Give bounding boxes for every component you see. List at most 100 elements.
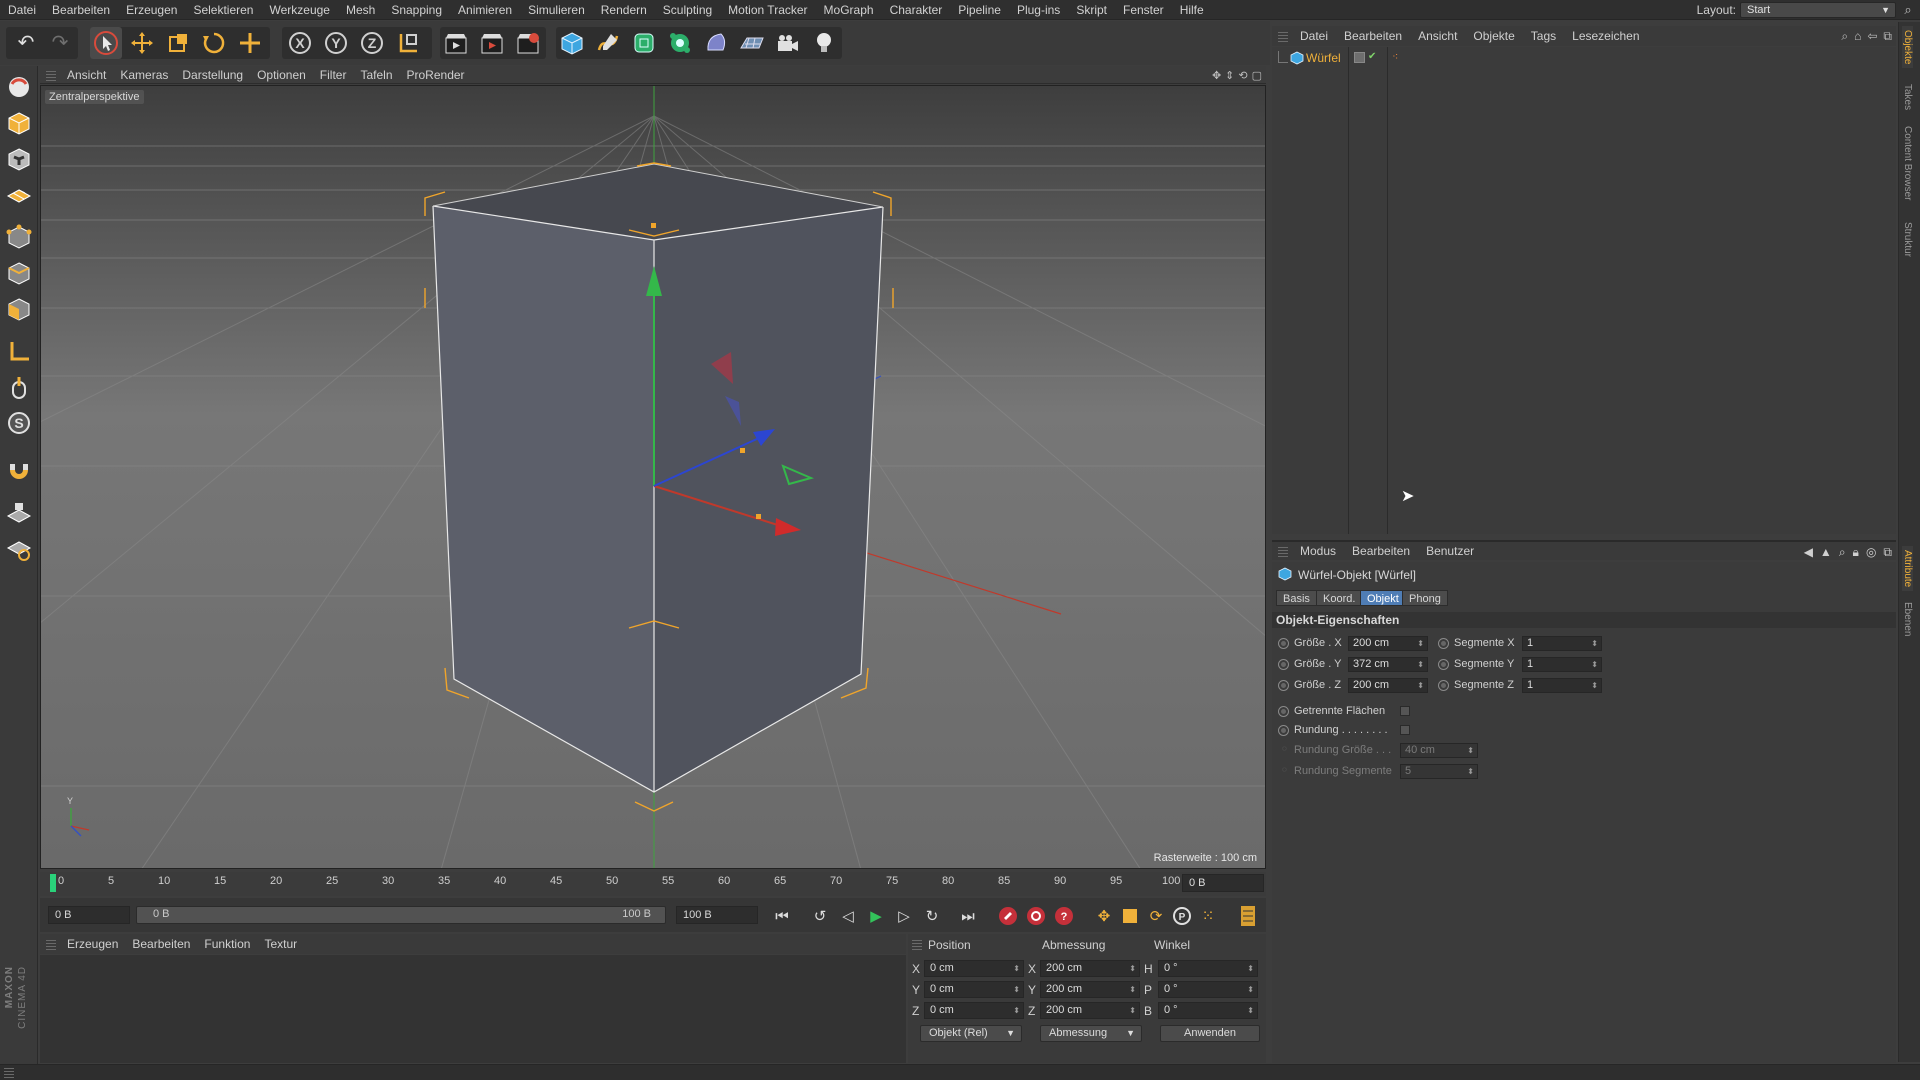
timeline-window-icon[interactable]	[1236, 904, 1260, 928]
material-menu-bearbeiten[interactable]: Bearbeiten	[125, 937, 197, 951]
coordinate-system-icon[interactable]	[392, 27, 424, 59]
angle-h-field[interactable]: 0 ° ⬍	[1158, 960, 1258, 977]
make-editable-icon[interactable]	[4, 72, 34, 102]
stepper-arrows-icon[interactable]: ⬍	[1467, 765, 1474, 778]
previous-frame-icon[interactable]: ◁	[836, 904, 860, 928]
segments-x-field[interactable]: 1 ⬍	[1522, 636, 1602, 651]
animation-radio-icon[interactable]	[1438, 680, 1449, 691]
stepper-arrows-icon[interactable]: ⬍	[1417, 637, 1424, 650]
animation-radio-icon[interactable]	[1278, 680, 1289, 691]
lock-icon[interactable]: 🔒︎	[1853, 545, 1859, 560]
stepper-arrows-icon[interactable]: ⬍	[1247, 982, 1254, 997]
render-picture-viewer-icon[interactable]	[476, 27, 508, 59]
animation-radio-icon[interactable]	[1278, 659, 1289, 670]
panel-grip-icon[interactable]	[4, 1067, 14, 1078]
stepper-arrows-icon[interactable]: ⬍	[1467, 744, 1474, 757]
back-icon[interactable]: ⇦	[1867, 29, 1877, 43]
fillet-segments-field[interactable]: 5 ⬍	[1400, 764, 1478, 779]
axis-mode-icon[interactable]	[4, 336, 34, 366]
position-z-field[interactable]: 0 cm ⬍	[924, 1002, 1024, 1019]
animation-radio-icon[interactable]	[1278, 638, 1289, 649]
object-menu-lesezeichen[interactable]: Lesezeichen	[1564, 29, 1647, 43]
workplane-lock-icon[interactable]	[4, 498, 34, 528]
tab-struktur-vertical[interactable]: Struktur	[1902, 222, 1913, 257]
menu-motion-tracker[interactable]: Motion Tracker	[720, 0, 815, 20]
menu-hilfe[interactable]: Hilfe	[1172, 0, 1212, 20]
phong-tag-icon[interactable]: ⁖	[1392, 50, 1398, 63]
polygons-mode-icon[interactable]	[4, 294, 34, 324]
menu-mesh[interactable]: Mesh	[338, 0, 383, 20]
enabled-check-icon[interactable]: ✔	[1368, 51, 1376, 62]
size-x-field[interactable]: 200 cm ⬍	[1348, 636, 1428, 651]
x-axis-icon[interactable]: X	[284, 27, 316, 59]
object-row-wuerfel[interactable]: Würfel ✔ ⁖	[1272, 49, 1896, 67]
pan-icon[interactable]: ✥	[1212, 69, 1221, 82]
fillet-checkbox[interactable]	[1400, 725, 1410, 735]
object-menu-ansicht[interactable]: Ansicht	[1410, 29, 1465, 43]
scale-icon[interactable]	[162, 27, 194, 59]
undo-icon[interactable]: ↶	[10, 27, 42, 59]
menu-plugins[interactable]: Plug-ins	[1009, 0, 1068, 20]
search-icon[interactable]: ⌕	[1900, 2, 1916, 18]
render-settings-icon[interactable]	[512, 27, 544, 59]
z-axis-icon[interactable]: Z	[356, 27, 388, 59]
rotate-icon[interactable]	[198, 27, 230, 59]
redo-icon[interactable]: ↷	[44, 27, 76, 59]
tab-basis[interactable]: Basis	[1276, 590, 1317, 606]
stepper-arrows-icon[interactable]: ⬍	[1417, 679, 1424, 692]
stepper-arrows-icon[interactable]: ⬍	[1013, 982, 1020, 997]
stepper-arrows-icon[interactable]: ⬍	[1591, 679, 1598, 692]
fillet-size-field[interactable]: 40 cm ⬍	[1400, 743, 1478, 758]
sculpt-mode-icon[interactable]: S	[4, 408, 34, 438]
go-to-start-icon[interactable]: ⏮	[770, 904, 794, 928]
y-axis-icon[interactable]: Y	[320, 27, 352, 59]
animation-radio-icon[interactable]	[1438, 659, 1449, 670]
model-mode-icon[interactable]	[4, 108, 34, 138]
point-level-animation-icon[interactable]: ⁙	[1196, 904, 1220, 928]
coordinate-mode-select[interactable]: Objekt (Rel) ▼	[920, 1025, 1022, 1042]
viewport-menu-kameras[interactable]: Kameras	[113, 68, 175, 82]
attribute-menu-modus[interactable]: Modus	[1292, 544, 1344, 558]
tab-takes-vertical[interactable]: Takes	[1902, 84, 1913, 110]
back-arrow-icon[interactable]: ◀	[1804, 545, 1813, 559]
workplane-icon[interactable]	[4, 180, 34, 210]
tab-objekt[interactable]: Objekt	[1360, 590, 1406, 606]
size-mode-select[interactable]: Abmessung ▼	[1040, 1025, 1142, 1042]
position-x-field[interactable]: 0 cm ⬍	[924, 960, 1024, 977]
object-menu-datei[interactable]: Datei	[1292, 29, 1336, 43]
floor-icon[interactable]	[736, 27, 768, 59]
tab-content-browser-vertical[interactable]: Content Browser	[1902, 126, 1913, 200]
layout-select[interactable]: Start ▼	[1740, 2, 1896, 18]
panel-grip-icon[interactable]	[912, 938, 922, 950]
tab-phong[interactable]: Phong	[1402, 590, 1448, 606]
separate-faces-checkbox[interactable]	[1400, 706, 1410, 716]
snapping-magnet-icon[interactable]	[4, 456, 34, 486]
segments-y-field[interactable]: 1 ⬍	[1522, 657, 1602, 672]
panel-grip-icon[interactable]	[1278, 545, 1288, 557]
current-frame-field[interactable]: 0 B	[1182, 874, 1264, 892]
size-z-field[interactable]: 200 cm ⬍	[1348, 678, 1428, 693]
rotation-track-icon[interactable]: ⟳	[1144, 904, 1168, 928]
menu-bearbeiten[interactable]: Bearbeiten	[44, 0, 118, 20]
frame-range-slider[interactable]: 0 B 100 B	[136, 906, 666, 924]
material-manager-area[interactable]	[40, 955, 906, 1063]
stepper-arrows-icon[interactable]: ⬍	[1129, 1003, 1136, 1018]
menu-snapping[interactable]: Snapping	[383, 0, 450, 20]
material-menu-textur[interactable]: Textur	[257, 937, 304, 951]
animation-radio-icon[interactable]	[1278, 706, 1289, 717]
section-header[interactable]: Objekt-Eigenschaften	[1272, 612, 1896, 628]
new-view-icon[interactable]: ⧉	[1883, 29, 1892, 44]
previous-keyframe-icon[interactable]: ↺	[808, 904, 832, 928]
deformer-icon[interactable]	[700, 27, 732, 59]
menu-fenster[interactable]: Fenster	[1115, 0, 1172, 20]
new-view-icon[interactable]: ⧉	[1883, 545, 1892, 560]
add-object-icon[interactable]	[234, 27, 266, 59]
menu-animieren[interactable]: Animieren	[450, 0, 520, 20]
angle-b-field[interactable]: 0 ° ⬍	[1158, 1002, 1258, 1019]
menu-pipeline[interactable]: Pipeline	[950, 0, 1009, 20]
select-arrow-icon[interactable]	[90, 27, 122, 59]
tab-attribute-vertical[interactable]: Attribute	[1902, 546, 1913, 592]
animation-radio-icon[interactable]	[1278, 725, 1289, 736]
up-arrow-icon[interactable]: ▲	[1820, 545, 1832, 559]
material-menu-erzeugen[interactable]: Erzeugen	[60, 937, 125, 951]
